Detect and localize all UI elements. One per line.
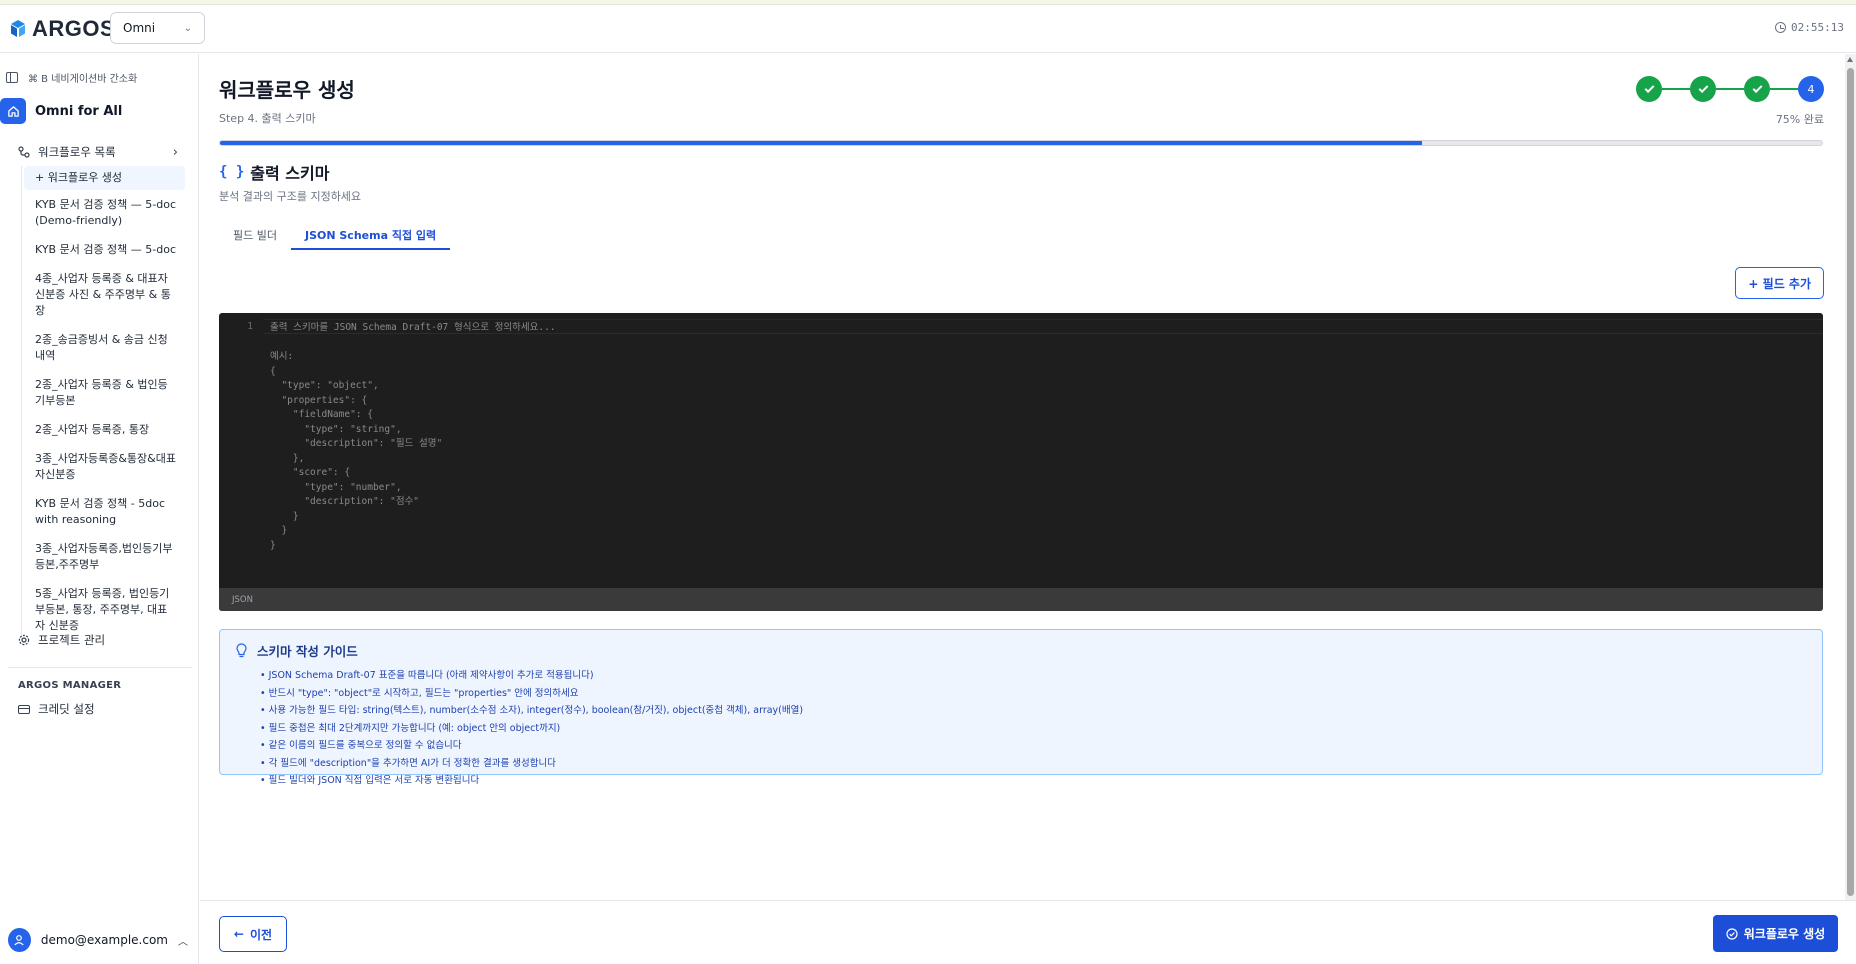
user-icon bbox=[14, 935, 25, 946]
tab-json-schema[interactable]: JSON Schema 직접 입력 bbox=[290, 220, 451, 250]
step-connector bbox=[1662, 88, 1690, 90]
braces-icon: { } bbox=[219, 164, 245, 180]
scroll-up-arrow-icon[interactable] bbox=[1847, 57, 1853, 62]
project-name: Omni for All bbox=[35, 103, 123, 119]
schema-guide-panel: 스키마 작성 가이드 • JSON Schema Draft-07 표준을 따릅… bbox=[219, 629, 1823, 786]
line-number: 1 bbox=[247, 321, 253, 332]
collapse-sidebar-button[interactable]: ⌘ B 네비게이션바 간소화 bbox=[6, 70, 137, 85]
section-title-text: 출력 스키마 bbox=[250, 164, 330, 183]
sidebar-item-workflow[interactable]: KYB 문서 검증 정책 — 5-doc (Demo-friendly) bbox=[22, 194, 185, 235]
workflow-icon bbox=[18, 146, 30, 158]
sidebar-item-workflow[interactable]: KYB 문서 검증 정책 — 5-doc bbox=[22, 239, 185, 264]
editor-body[interactable]: 1 출력 스키마를 JSON Schema Draft-07 형식으로 정의하세… bbox=[219, 313, 1823, 588]
sidebar-item-project-management[interactable]: 프로젝트 관리 bbox=[18, 632, 105, 648]
step-4-current: 4 bbox=[1798, 76, 1824, 102]
guide-list: • JSON Schema Draft-07 표준을 따릅니다 (아래 제약사항… bbox=[260, 667, 803, 790]
session-timer-text: 02:55:13 bbox=[1791, 21, 1844, 34]
guide-item: • 같은 이름의 필드를 중복으로 정의할 수 없습니다 bbox=[260, 740, 462, 751]
progress-label: 75% 완료 bbox=[1775, 113, 1824, 126]
check-circle-icon bbox=[1726, 927, 1738, 940]
chevron-down-icon: ⌄ bbox=[183, 22, 192, 34]
previous-button-label: 이전 bbox=[249, 927, 273, 942]
editor-placeholder: 출력 스키마를 JSON Schema Draft-07 형식으로 정의하세요.… bbox=[270, 322, 556, 551]
workflow-tree: + 워크플로우 생성 KYB 문서 검증 정책 — 5-doc (Demo-fr… bbox=[21, 166, 185, 640]
step-connector bbox=[1716, 88, 1744, 90]
user-email: demo@example.com bbox=[40, 933, 168, 947]
sidebar-item-workflow[interactable]: 3종_사업자등록증,법인등기부등본,주주명부 bbox=[22, 538, 185, 579]
credit-settings-label: 크레딧 설정 bbox=[38, 702, 95, 716]
guide-item: • 각 필드에 "description"을 추가하면 AI가 더 정확한 결과… bbox=[260, 757, 556, 769]
tab-field-builder[interactable]: 필드 빌더 bbox=[219, 220, 291, 250]
project-management-label: 프로젝트 관리 bbox=[38, 633, 106, 647]
editor-language-label: JSON bbox=[219, 588, 1823, 611]
sidebar-toggle-icon bbox=[6, 72, 18, 83]
home-icon bbox=[0, 98, 26, 124]
sidebar: ⌘ B 네비게이션바 간소화 Omni for All 워크플로우 목록 › +… bbox=[0, 54, 199, 964]
manager-section-label: ARGOS MANAGER bbox=[18, 680, 122, 691]
logo-text: ARGOS bbox=[32, 16, 116, 41]
organization-select[interactable]: Omni ⌄ bbox=[110, 12, 205, 44]
guide-title: 스키마 작성 가이드 bbox=[236, 641, 358, 660]
step-indicator: 4 bbox=[1636, 76, 1824, 102]
page-title: 워크플로우 생성 bbox=[219, 78, 355, 102]
clock-icon bbox=[1775, 22, 1787, 33]
progress-bar bbox=[219, 140, 1823, 146]
chevron-up-icon: ︿ bbox=[178, 936, 188, 948]
credit-card-icon bbox=[18, 704, 30, 714]
arrow-left-icon: ← bbox=[233, 927, 244, 941]
lightbulb-icon bbox=[236, 642, 247, 657]
sidebar-item-workflow[interactable]: 4종_사업자 등록증 & 대표자 신분증 사진 & 주주명부 & 통장 bbox=[22, 268, 185, 325]
sidebar-item-workflow[interactable]: 3종_사업자등록증&통장&대표자신분증 bbox=[22, 448, 185, 489]
argos-logo[interactable]: ARGOS bbox=[8, 16, 116, 41]
section-title: { } 출력 스키마 bbox=[219, 160, 329, 184]
session-timer: 02:55:13 bbox=[1775, 21, 1844, 34]
step-1-complete bbox=[1636, 76, 1662, 102]
create-workflow-button[interactable]: 워크플로우 생성 bbox=[1713, 915, 1838, 952]
sidebar-divider bbox=[8, 667, 192, 668]
sidebar-item-workflow-list[interactable]: 워크플로우 목록 › bbox=[18, 144, 178, 160]
main-scrollbar[interactable] bbox=[1845, 54, 1856, 900]
step-2-complete bbox=[1690, 76, 1716, 102]
previous-button[interactable]: ← 이전 bbox=[219, 916, 287, 952]
wizard-footer: ← 이전 워크플로우 생성 bbox=[200, 900, 1856, 964]
sidebar-item-create-workflow[interactable]: + 워크플로우 생성 bbox=[24, 166, 185, 190]
workflow-list-label: 워크플로우 목록 bbox=[38, 145, 116, 159]
guide-item: • 반드시 "type": "object"로 시작하고, 필드는 "prope… bbox=[260, 687, 579, 699]
guide-title-text: 스키마 작성 가이드 bbox=[257, 644, 358, 659]
step-subtitle: Step 4. 출력 스키마 bbox=[219, 112, 316, 125]
sidebar-item-workflow[interactable]: 2종_사업자 등록증, 통장 bbox=[22, 419, 185, 444]
schema-tabs: 필드 빌더 JSON Schema 직접 입력 bbox=[219, 220, 1823, 250]
guide-item: • 필드 빌더와 JSON 직접 입력은 서로 자동 변환됩니다 bbox=[260, 775, 480, 786]
sidebar-item-workflow[interactable]: KYB 문서 검증 정책 - 5doc with reasoning bbox=[22, 493, 185, 534]
check-icon bbox=[1752, 82, 1762, 93]
check-icon bbox=[1644, 82, 1654, 93]
gear-icon bbox=[18, 634, 30, 646]
add-field-button[interactable]: + 필드 추가 bbox=[1735, 267, 1824, 299]
check-icon bbox=[1698, 82, 1708, 93]
top-header: ARGOS Omni ⌄ 02:55:13 bbox=[0, 5, 1856, 53]
create-workflow-label: 워크플로우 생성 bbox=[1743, 927, 1826, 941]
json-schema-editor[interactable]: 1 출력 스키마를 JSON Schema Draft-07 형식으로 정의하세… bbox=[219, 313, 1823, 611]
guide-item: • JSON Schema Draft-07 표준을 따릅니다 (아래 제약사항… bbox=[260, 670, 594, 681]
sidebar-item-workflow[interactable]: 2종_사업자 등록증 & 법인등기부등본 bbox=[22, 374, 185, 415]
section-subtitle: 분석 결과의 구조를 지정하세요 bbox=[219, 190, 362, 203]
progress-bar-fill bbox=[220, 141, 1422, 145]
avatar bbox=[8, 928, 31, 952]
main-content: 워크플로우 생성 Step 4. 출력 스키마 4 75% 완료 { } 출력 … bbox=[200, 54, 1845, 900]
step-3-complete bbox=[1744, 76, 1770, 102]
chevron-right-icon: › bbox=[172, 144, 178, 160]
guide-item: • 필드 중첩은 최대 2단계까지만 가능합니다 (예: object 안의 o… bbox=[260, 722, 561, 734]
guide-item: • 사용 가능한 필드 타입: string(텍스트), number(소수점 … bbox=[260, 705, 804, 716]
step-connector bbox=[1770, 88, 1798, 90]
sidebar-item-workflow[interactable]: 2종_송금증빙서 & 송금 신청 내역 bbox=[22, 329, 185, 370]
scrollbar-thumb[interactable] bbox=[1847, 68, 1854, 896]
collapse-shortcut-label: ⌘ B 네비게이션바 간소화 bbox=[28, 74, 138, 85]
sidebar-item-credit-settings[interactable]: 크레딧 설정 bbox=[18, 701, 95, 717]
argos-logo-icon bbox=[11, 20, 25, 37]
organization-select-value: Omni bbox=[123, 21, 156, 35]
user-menu[interactable]: demo@example.com ︿ bbox=[8, 928, 188, 952]
project-header[interactable]: Omni for All bbox=[0, 98, 122, 124]
